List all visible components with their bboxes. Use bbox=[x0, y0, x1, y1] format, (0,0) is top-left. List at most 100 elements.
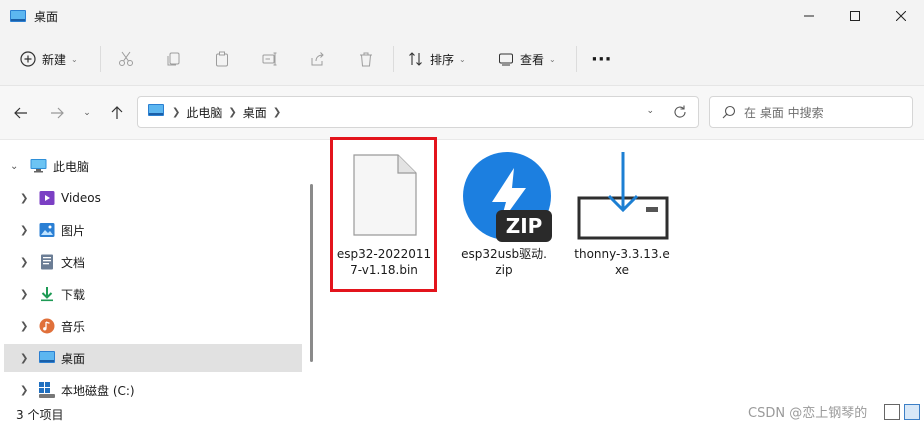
maximize-button[interactable] bbox=[832, 0, 878, 32]
downloads-icon bbox=[39, 286, 55, 302]
trash-icon bbox=[360, 52, 372, 67]
address-history-chevron-icon[interactable]: ⌄ bbox=[646, 106, 654, 116]
file-name-line: thonny-3.3.13.e bbox=[574, 247, 670, 261]
title-bar: 桌面 bbox=[0, 0, 924, 32]
scissors-icon bbox=[119, 51, 133, 66]
monitor-icon bbox=[30, 158, 47, 174]
more-options-button[interactable]: ··· bbox=[591, 44, 612, 74]
minimize-button[interactable] bbox=[786, 0, 832, 32]
recent-locations-button[interactable]: ⌄ bbox=[76, 102, 98, 124]
delete-button[interactable] bbox=[358, 44, 374, 74]
window-title: 桌面 bbox=[34, 9, 59, 24]
breadcrumb-chevron-icon[interactable]: ❯ bbox=[172, 107, 180, 118]
new-button[interactable]: 新建 ⌄ bbox=[20, 44, 78, 74]
music-icon bbox=[39, 318, 55, 334]
file-item[interactable]: thonny-3.3.13.e xe bbox=[568, 140, 676, 280]
large-icons-view-button[interactable] bbox=[904, 404, 920, 420]
close-icon bbox=[896, 11, 906, 21]
copy-icon bbox=[167, 52, 180, 66]
address-bar[interactable]: ❯ 此电脑 ❯ 桌面 ❯ ⌄ bbox=[137, 96, 699, 128]
navigation-pane: ⌄ 此电脑 ❯ Videos ❯ 图片 ❯ 文档 ❯ 下载 ❯ 音乐 ❯ 桌面 … bbox=[0, 148, 318, 402]
nav-pane-scrollbar[interactable] bbox=[310, 184, 313, 362]
item-count: 3 个项目 bbox=[16, 408, 64, 422]
chevron-right-icon[interactable]: ❯ bbox=[20, 321, 28, 332]
installer-icon bbox=[576, 150, 670, 243]
chevron-down-icon[interactable]: ⌄ bbox=[10, 161, 18, 172]
view-toggle bbox=[884, 404, 920, 420]
breadcrumb-chevron-icon[interactable]: ❯ bbox=[228, 107, 236, 118]
chevron-down-icon: ⌄ bbox=[459, 54, 466, 64]
nav-item-label: 文档 bbox=[61, 255, 86, 270]
nav-item-label: 图片 bbox=[61, 223, 86, 238]
chevron-right-icon[interactable]: ❯ bbox=[20, 193, 28, 204]
nav-item-label: 下载 bbox=[61, 287, 86, 302]
address-row: ⌄ ❯ 此电脑 ❯ 桌面 ❯ ⌄ 在 桌面 中搜索 bbox=[0, 86, 924, 140]
chevron-right-icon[interactable]: ❯ bbox=[20, 225, 28, 236]
nav-item-videos[interactable]: ❯ Videos bbox=[0, 184, 306, 212]
clipboard-icon bbox=[216, 51, 228, 67]
breadcrumb-desktop[interactable]: 桌面 bbox=[243, 104, 267, 121]
divider bbox=[393, 46, 394, 72]
copy-button[interactable] bbox=[166, 44, 182, 74]
share-button[interactable] bbox=[310, 44, 326, 74]
up-button[interactable] bbox=[106, 102, 128, 124]
nav-item-pictures[interactable]: ❯ 图片 bbox=[0, 216, 306, 244]
close-button[interactable] bbox=[878, 0, 924, 32]
nav-item-label: 此电脑 bbox=[53, 159, 90, 174]
nav-item-local-disk-c[interactable]: ❯ 本地磁盘 (C:) bbox=[0, 376, 306, 404]
rename-icon bbox=[262, 52, 277, 66]
divider bbox=[100, 46, 101, 72]
nav-item-downloads[interactable]: ❯ 下载 bbox=[0, 280, 306, 308]
minimize-icon bbox=[804, 15, 814, 17]
breadcrumb-this-pc[interactable]: 此电脑 bbox=[186, 104, 222, 121]
desktop-icon bbox=[39, 351, 55, 367]
nav-item-label: 本地磁盘 (C:) bbox=[61, 383, 135, 398]
details-view-button[interactable] bbox=[884, 404, 900, 420]
view-button[interactable]: 查看 ⌄ bbox=[498, 44, 556, 74]
chevron-down-icon: ⌄ bbox=[71, 54, 78, 64]
more-label: ··· bbox=[591, 48, 612, 70]
search-icon bbox=[722, 105, 736, 119]
desktop-folder-icon bbox=[148, 104, 164, 120]
forward-button[interactable] bbox=[46, 102, 68, 124]
refresh-button[interactable] bbox=[672, 104, 688, 123]
folder-desktop-icon bbox=[10, 10, 26, 22]
chevron-right-icon[interactable]: ❯ bbox=[20, 257, 28, 268]
nav-item-this-pc[interactable]: ⌄ 此电脑 bbox=[0, 152, 306, 180]
sort-icon bbox=[409, 52, 422, 66]
paste-button[interactable] bbox=[214, 44, 230, 74]
arrow-up-icon bbox=[111, 106, 123, 119]
nav-item-desktop[interactable]: ❯ 桌面 bbox=[4, 344, 302, 372]
sort-label: 排序 bbox=[430, 52, 455, 67]
nav-item-label: 桌面 bbox=[61, 351, 86, 366]
refresh-icon bbox=[674, 105, 686, 118]
cut-button[interactable] bbox=[118, 44, 134, 74]
chevron-down-icon: ⌄ bbox=[549, 54, 556, 64]
nav-item-music[interactable]: ❯ 音乐 bbox=[0, 312, 306, 340]
file-name-line: xe bbox=[614, 263, 630, 277]
videos-icon bbox=[39, 190, 55, 206]
zip-badge-text: ZIP bbox=[506, 214, 543, 238]
view-icon bbox=[499, 53, 513, 66]
file-item[interactable]: ZIP esp32usb驱动. zip bbox=[450, 140, 558, 280]
chevron-right-icon[interactable]: ❯ bbox=[20, 289, 28, 300]
watermark: CSDN @恋上钢琴的 bbox=[748, 406, 868, 421]
add-icon bbox=[20, 51, 36, 67]
rename-button[interactable] bbox=[262, 44, 278, 74]
search-box[interactable]: 在 桌面 中搜索 bbox=[709, 96, 913, 128]
pictures-icon bbox=[39, 222, 55, 238]
sort-button[interactable]: 排序 ⌄ bbox=[408, 44, 466, 74]
share-icon bbox=[311, 52, 324, 66]
chevron-right-icon[interactable]: ❯ bbox=[20, 353, 28, 364]
back-button[interactable] bbox=[10, 102, 32, 124]
maximize-icon bbox=[850, 11, 860, 21]
documents-icon bbox=[39, 254, 55, 270]
file-name-line: esp32usb驱动. bbox=[461, 247, 547, 261]
divider bbox=[576, 46, 577, 72]
breadcrumb-chevron-icon[interactable]: ❯ bbox=[273, 107, 281, 118]
chevron-right-icon[interactable]: ❯ bbox=[20, 385, 28, 396]
new-label: 新建 bbox=[42, 52, 67, 67]
nav-item-documents[interactable]: ❯ 文档 bbox=[0, 248, 306, 276]
arrow-left-icon bbox=[14, 107, 27, 119]
command-bar: 新建 ⌄ 排序 ⌄ 查看 ⌄ ··· bbox=[0, 32, 924, 86]
